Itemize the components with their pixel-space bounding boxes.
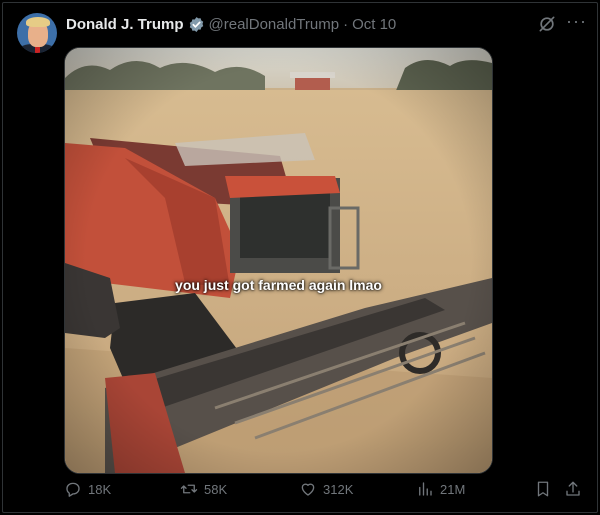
tweet-date[interactable]: Oct 10 — [352, 16, 396, 33]
reply-icon — [66, 482, 80, 497]
repost-count: 58K — [204, 481, 228, 497]
views-button[interactable]: 21M — [416, 480, 465, 498]
author-name[interactable]: Donald J. Trump — [66, 16, 184, 33]
repost-icon — [180, 484, 198, 494]
share-icon — [566, 481, 580, 496]
bookmark-icon — [537, 481, 549, 497]
like-button[interactable]: 312K — [299, 480, 353, 498]
tweet-video[interactable]: you just got farmed again lmao — [64, 47, 493, 474]
separator-dot: · — [343, 15, 349, 33]
tweet-actions: 18K 58K 312K 21M — [64, 480, 591, 502]
like-count: 312K — [323, 481, 354, 497]
reply-button[interactable]: 18K — [64, 480, 111, 498]
avatar[interactable] — [17, 13, 57, 53]
video-caption: you just got farmed again lmao — [175, 277, 382, 293]
author-handle[interactable]: @realDonaldTrump — [209, 16, 340, 33]
verified-badge-icon — [189, 16, 203, 32]
reply-count: 18K — [88, 481, 112, 497]
bookmark-button[interactable] — [534, 480, 552, 498]
share-button[interactable] — [564, 480, 582, 498]
avatar-hair — [26, 17, 50, 27]
heart-icon — [301, 483, 315, 496]
grok-icon[interactable] — [537, 14, 557, 34]
view-count: 21M — [440, 481, 466, 497]
combine-harvester-scene — [65, 48, 492, 473]
views-icon — [419, 482, 432, 496]
tweet-header: Donald J. Trump @realDonaldTrump · Oct 1… — [66, 14, 396, 34]
more-options-icon[interactable]: ··· — [566, 12, 586, 34]
repost-button[interactable]: 58K — [180, 480, 227, 498]
